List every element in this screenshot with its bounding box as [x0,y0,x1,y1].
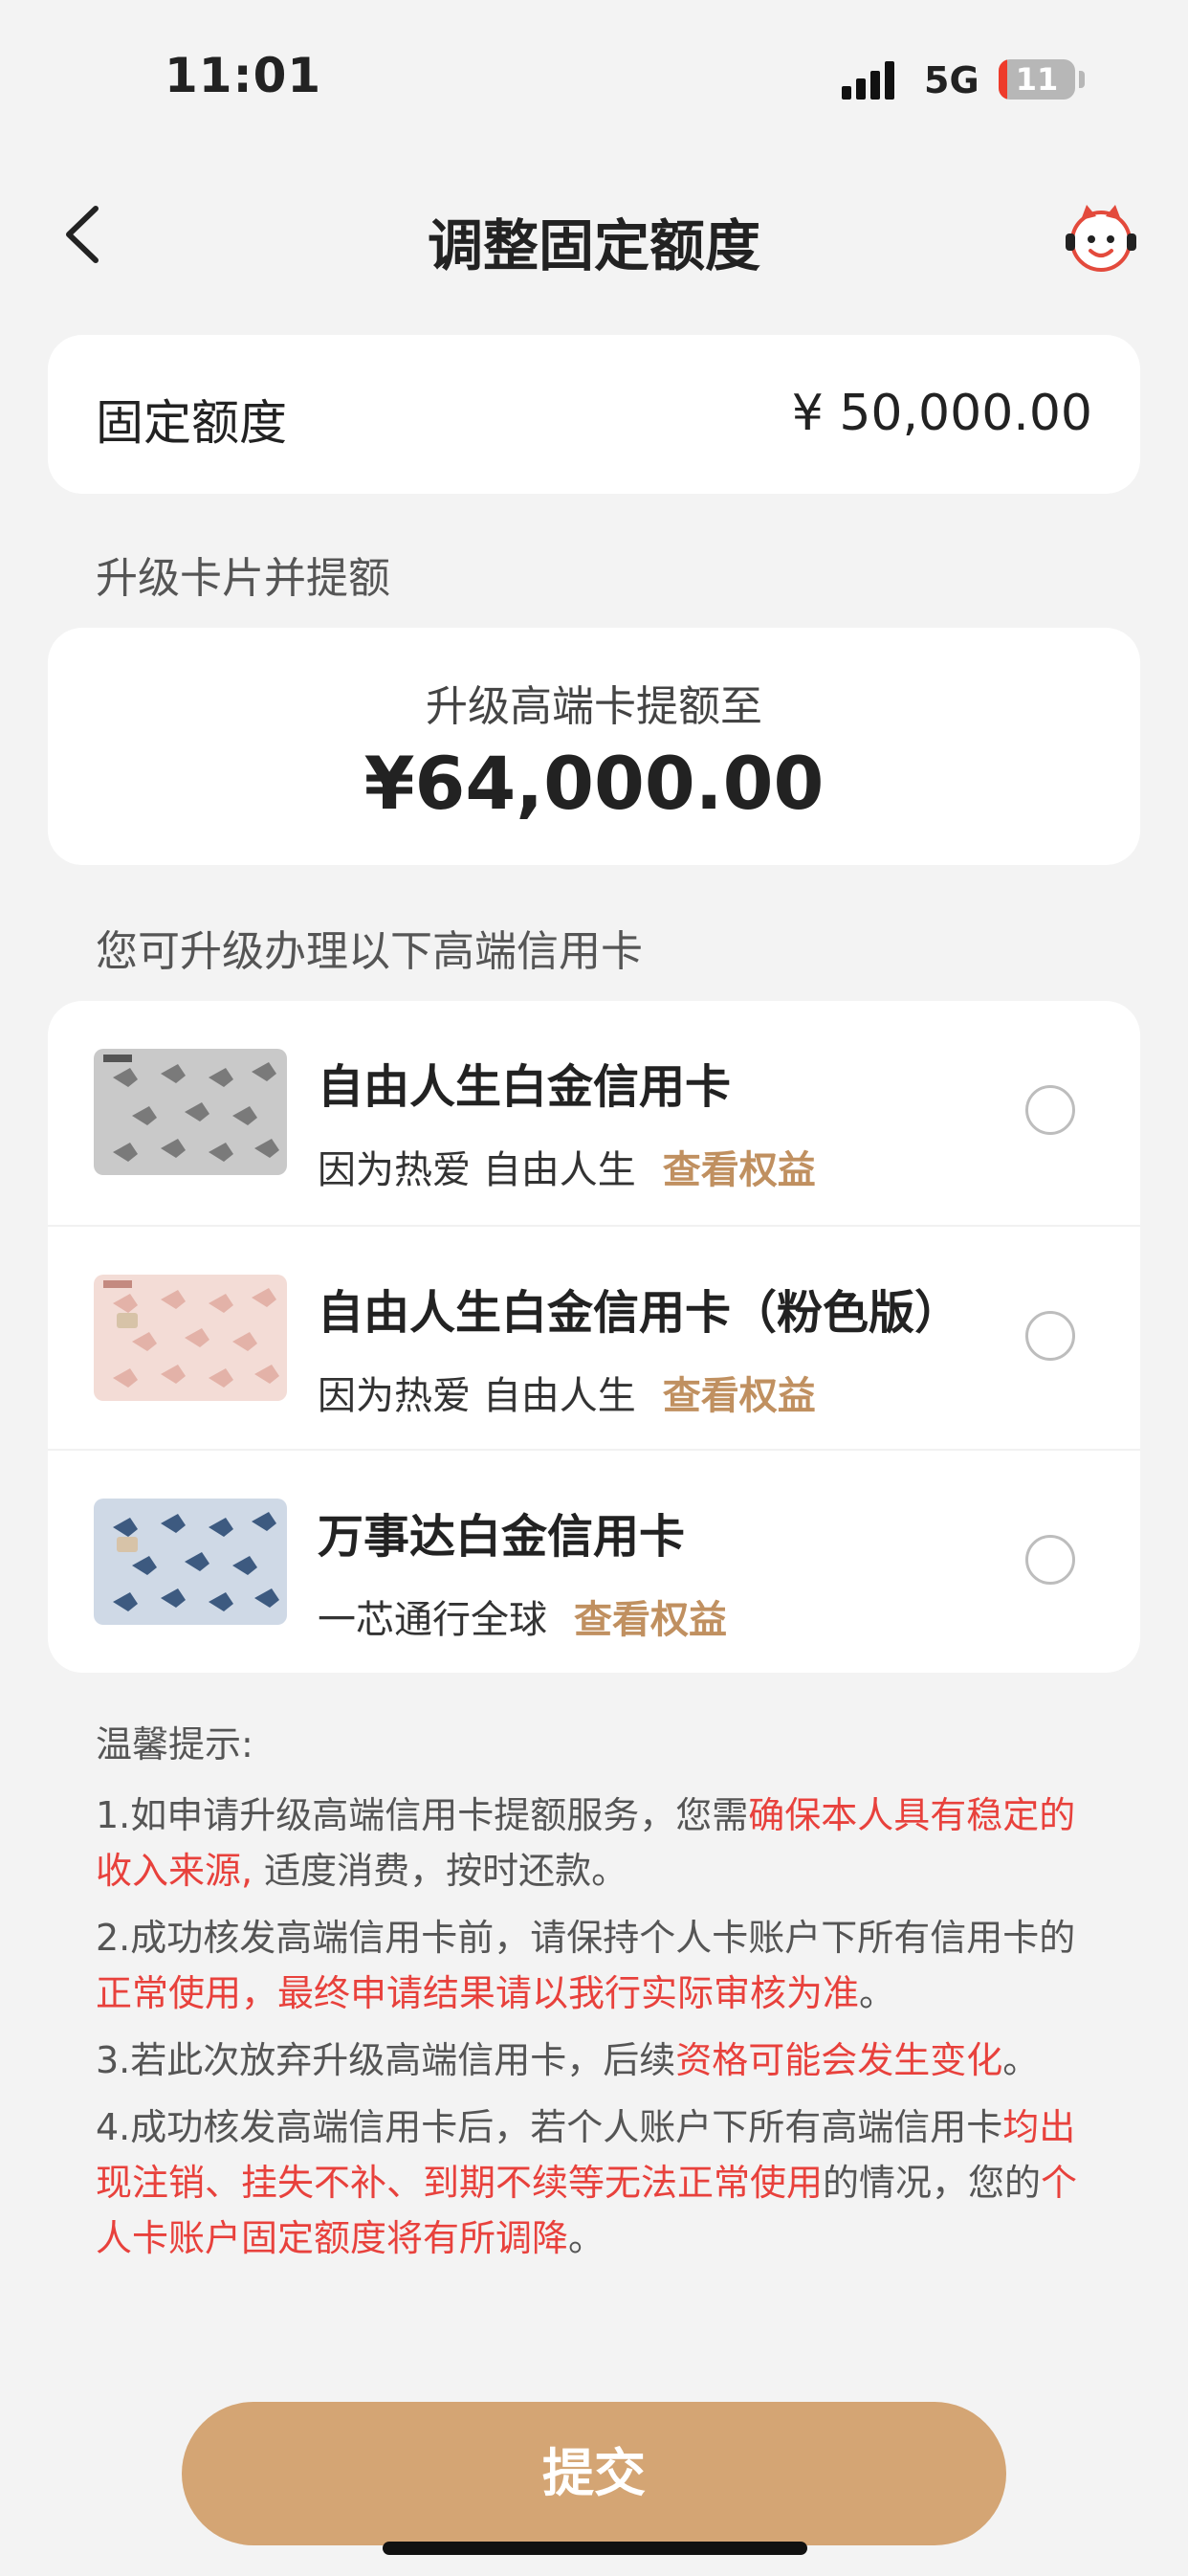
tip-4-text-end: 。 [568,2217,605,2259]
card-image-silver [94,1049,287,1175]
cards-section-label: 您可升级办理以下高端信用卡 [96,927,643,976]
upgrade-subtitle: 升级高端卡提额至 [426,682,762,731]
tips-title: 温馨提示: [96,1723,253,1765]
tip-1: 1.如申请升级高端信用卡提额服务，您需确保本人具有稳定的收入来源, 适度消费，按… [96,1788,1110,1899]
card-slogan: 一芯通行全球 查看权益 [318,1588,727,1644]
tip-3-text-end: 。 [1002,2039,1040,2081]
fixed-quota-label: 固定额度 [96,395,287,451]
card-radio-button[interactable] [1025,1085,1075,1135]
tip-3: 3.若此次放弃升级高端信用卡，后续资格可能会发生变化。 [96,2032,1110,2088]
battery-icon: 11 [999,59,1075,100]
network-label: 5G [924,59,979,101]
tip-4-text-mid: 的情况，您的 [823,2162,1042,2204]
tip-3-highlight: 资格可能会发生变化 [675,2039,1003,2081]
status-time: 11:01 [165,48,322,103]
tip-2-text: 2.成功核发高端信用卡前，请保持个人卡账户下所有信用卡的 [96,1917,1076,1959]
view-benefits-link[interactable]: 查看权益 [663,1374,816,1418]
card-option-1[interactable]: 自由人生白金信用卡 因为热爱 自由人生 查看权益 [48,1001,1140,1225]
signal-icon [842,59,903,100]
battery-tip [1079,71,1085,88]
mascot-icon [1066,205,1136,272]
card-slogan: 因为热爱 自由人生 查看权益 [318,1139,816,1194]
view-benefits-link[interactable]: 查看权益 [663,1148,816,1192]
card-name: 万事达白金信用卡 [318,1510,686,1564]
card-slogan-text: 因为热爱 自由人生 [318,1148,636,1192]
view-benefits-link[interactable]: 查看权益 [574,1598,727,1642]
card-option-3[interactable]: 万事达白金信用卡 一芯通行全球 查看权益 [48,1449,1140,1675]
card-image-blue [94,1499,287,1625]
status-bar: 11:01 5G 11 [0,0,1188,144]
upgrade-amount: ¥64,000.00 [363,741,825,826]
tip-2: 2.成功核发高端信用卡前，请保持个人卡账户下所有信用卡的正常使用，最终申请结果请… [96,1910,1110,2021]
fixed-quota-value: ¥ 50,000.00 [791,385,1092,442]
home-indicator [383,2542,807,2555]
card-slogan-text: 因为热爱 自由人生 [318,1374,636,1418]
tip-4: 4.成功核发高端信用卡后，若个人账户下所有高端信用卡均出现注销、挂失不补、到期不… [96,2099,1110,2266]
upgrade-section-label: 升级卡片并提额 [96,554,390,603]
card-options-list: 自由人生白金信用卡 因为热爱 自由人生查看权益 自由人生白金信用卡（粉色版） [48,1001,1140,1673]
card-slogan: 因为热爱 自由人生 查看权益 [318,1365,816,1420]
page-title: 调整固定额度 [427,213,760,278]
card-radio-button[interactable] [1025,1311,1075,1361]
battery-level: 11 [1015,61,1059,98]
fixed-quota-card: 固定额度 ¥ 50,000.00 [48,335,1140,494]
submit-button[interactable]: 提交 [182,2402,1006,2545]
tip-3-text: 3.若此次放弃升级高端信用卡，后续 [96,2039,676,2081]
tip-4-text: 4.成功核发高端信用卡后，若个人账户下所有高端信用卡 [96,2106,1003,2148]
nav-header: 调整固定额度 [0,182,1188,287]
card-image-pink [94,1275,287,1401]
card-option-2[interactable]: 自由人生白金信用卡（粉色版） 因为热爱 自由人生 查看权益 [48,1225,1140,1451]
card-radio-button[interactable] [1025,1535,1075,1585]
tip-1-text: 1.如申请升级高端信用卡提额服务，您需 [96,1794,749,1836]
card-name: 自由人生白金信用卡 [318,1060,732,1114]
card-slogan-text: 一芯通行全球 [318,1598,547,1642]
card-name: 自由人生白金信用卡（粉色版） [318,1286,961,1340]
tip-2-text-end: 。 [859,1972,896,2014]
tip-1-text-end: 适度消费，按时还款。 [253,1850,628,1892]
upgrade-amount-card: 升级高端卡提额至 ¥64,000.00 [48,628,1140,865]
tip-2-highlight: 正常使用，最终申请结果请以我行实际审核为准 [96,1972,860,2014]
assistant-mascot-button[interactable] [1060,199,1142,276]
tips-section: 温馨提示: 1.如申请升级高端信用卡提额服务，您需确保本人具有稳定的收入来源, … [96,1717,1110,2277]
